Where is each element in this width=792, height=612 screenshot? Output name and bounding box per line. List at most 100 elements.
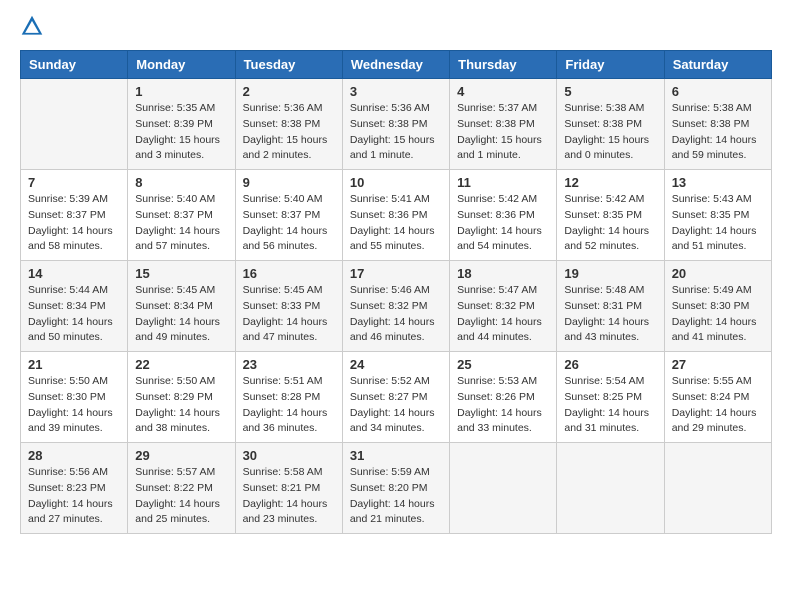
weekday-header: Sunday — [21, 51, 128, 79]
calendar-table: SundayMondayTuesdayWednesdayThursdayFrid… — [20, 50, 772, 534]
day-info: Sunrise: 5:36 AMSunset: 8:38 PMDaylight:… — [243, 101, 335, 164]
day-number: 9 — [243, 175, 335, 190]
calendar-cell: 5Sunrise: 5:38 AMSunset: 8:38 PMDaylight… — [557, 79, 664, 170]
weekday-header: Saturday — [664, 51, 771, 79]
calendar-cell: 6Sunrise: 5:38 AMSunset: 8:38 PMDaylight… — [664, 79, 771, 170]
day-info: Sunrise: 5:48 AMSunset: 8:31 PMDaylight:… — [564, 283, 656, 346]
calendar-cell: 26 Sunrise: 5:54 AMSunset: 8:25 PMDayligh… — [557, 352, 664, 443]
day-number: 14 — [28, 266, 120, 281]
weekday-header: Thursday — [450, 51, 557, 79]
day-number: 26 — [564, 357, 656, 372]
day-info: Sunrise: 5:54 AMSunset: 8:25 PMDaylight:… — [564, 374, 656, 437]
day-info: Sunrise: 5:37 AMSunset: 8:38 PMDaylight:… — [457, 101, 549, 164]
day-info: Sunrise: 5:50 AMSunset: 8:29 PMDaylight:… — [135, 374, 227, 437]
day-number: 16 — [243, 266, 335, 281]
calendar-header-row: SundayMondayTuesdayWednesdayThursdayFrid… — [21, 51, 772, 79]
day-number: 28 — [28, 448, 120, 463]
day-number: 19 — [564, 266, 656, 281]
day-info: Sunrise: 5:35 AMSunset: 8:39 PMDaylight:… — [135, 101, 227, 164]
calendar-cell: 20 Sunrise: 5:49 AMSunset: 8:30 PMDayligh… — [664, 261, 771, 352]
day-info: Sunrise: 5:42 AMSunset: 8:36 PMDaylight:… — [457, 192, 549, 255]
logo — [20, 16, 48, 40]
day-info: Sunrise: 5:39 AMSunset: 8:37 PMDaylight:… — [28, 192, 120, 255]
day-number: 3 — [350, 84, 442, 99]
calendar-cell: 7 Sunrise: 5:39 AMSunset: 8:37 PMDaylight… — [21, 170, 128, 261]
day-number: 11 — [457, 175, 549, 190]
day-info: Sunrise: 5:45 AMSunset: 8:34 PMDaylight:… — [135, 283, 227, 346]
calendar-week-row: 1 Sunrise: 5:35 AMSunset: 8:39 PMDaylight… — [21, 79, 772, 170]
calendar-cell: 21 Sunrise: 5:50 AMSunset: 8:30 PMDayligh… — [21, 352, 128, 443]
calendar-cell: 18 Sunrise: 5:47 AMSunset: 8:32 PMDayligh… — [450, 261, 557, 352]
day-number: 4 — [457, 84, 549, 99]
day-number: 7 — [28, 175, 120, 190]
day-number: 25 — [457, 357, 549, 372]
day-number: 18 — [457, 266, 549, 281]
day-number: 23 — [243, 357, 335, 372]
calendar-cell: 24 Sunrise: 5:52 AMSunset: 8:27 PMDayligh… — [342, 352, 449, 443]
day-info: Sunrise: 5:44 AMSunset: 8:34 PMDaylight:… — [28, 283, 120, 346]
calendar-week-row: 14 Sunrise: 5:44 AMSunset: 8:34 PMDayligh… — [21, 261, 772, 352]
day-info: Sunrise: 5:46 AMSunset: 8:32 PMDaylight:… — [350, 283, 442, 346]
day-number: 17 — [350, 266, 442, 281]
day-info: Sunrise: 5:45 AMSunset: 8:33 PMDaylight:… — [243, 283, 335, 346]
day-number: 20 — [672, 266, 764, 281]
day-number: 21 — [28, 357, 120, 372]
weekday-header: Friday — [557, 51, 664, 79]
calendar-cell: 30Sunrise: 5:58 AMSunset: 8:21 PMDayligh… — [235, 443, 342, 534]
calendar-week-row: 28Sunrise: 5:56 AMSunset: 8:23 PMDayligh… — [21, 443, 772, 534]
calendar-cell — [664, 443, 771, 534]
day-number: 22 — [135, 357, 227, 372]
calendar-cell: 15 Sunrise: 5:45 AMSunset: 8:34 PMDayligh… — [128, 261, 235, 352]
calendar-cell: 22 Sunrise: 5:50 AMSunset: 8:29 PMDayligh… — [128, 352, 235, 443]
day-number: 13 — [672, 175, 764, 190]
calendar-cell: 2 Sunrise: 5:36 AMSunset: 8:38 PMDaylight… — [235, 79, 342, 170]
day-info: Sunrise: 5:51 AMSunset: 8:28 PMDaylight:… — [243, 374, 335, 437]
calendar-cell: 11 Sunrise: 5:42 AMSunset: 8:36 PMDayligh… — [450, 170, 557, 261]
day-number: 31 — [350, 448, 442, 463]
day-info: Sunrise: 5:36 AMSunset: 8:38 PMDaylight:… — [350, 101, 442, 164]
day-number: 24 — [350, 357, 442, 372]
day-info: Sunrise: 5:40 AMSunset: 8:37 PMDaylight:… — [243, 192, 335, 255]
weekday-header: Monday — [128, 51, 235, 79]
calendar-cell — [21, 79, 128, 170]
calendar-cell: 13 Sunrise: 5:43 AMSunset: 8:35 PMDayligh… — [664, 170, 771, 261]
calendar-week-row: 21 Sunrise: 5:50 AMSunset: 8:30 PMDayligh… — [21, 352, 772, 443]
weekday-header: Wednesday — [342, 51, 449, 79]
day-info: Sunrise: 5:57 AMSunset: 8:22 PMDaylight:… — [135, 465, 227, 528]
calendar-cell: 16 Sunrise: 5:45 AMSunset: 8:33 PMDayligh… — [235, 261, 342, 352]
day-info: Sunrise: 5:49 AMSunset: 8:30 PMDaylight:… — [672, 283, 764, 346]
calendar-cell — [450, 443, 557, 534]
calendar-cell: 10 Sunrise: 5:41 AMSunset: 8:36 PMDayligh… — [342, 170, 449, 261]
calendar-cell: 31 Sunrise: 5:59 AMSunset: 8:20 PMDayligh… — [342, 443, 449, 534]
calendar-cell: 12Sunrise: 5:42 AMSunset: 8:35 PMDayligh… — [557, 170, 664, 261]
day-info: Sunrise: 5:40 AMSunset: 8:37 PMDaylight:… — [135, 192, 227, 255]
calendar-cell: 3 Sunrise: 5:36 AMSunset: 8:38 PMDaylight… — [342, 79, 449, 170]
calendar-cell: 23 Sunrise: 5:51 AMSunset: 8:28 PMDayligh… — [235, 352, 342, 443]
day-number: 27 — [672, 357, 764, 372]
calendar-cell: 9 Sunrise: 5:40 AMSunset: 8:37 PMDaylight… — [235, 170, 342, 261]
calendar-cell: 1 Sunrise: 5:35 AMSunset: 8:39 PMDaylight… — [128, 79, 235, 170]
calendar-cell: 27 Sunrise: 5:55 AMSunset: 8:24 PMDayligh… — [664, 352, 771, 443]
day-number: 2 — [243, 84, 335, 99]
day-info: Sunrise: 5:52 AMSunset: 8:27 PMDaylight:… — [350, 374, 442, 437]
day-info: Sunrise: 5:59 AMSunset: 8:20 PMDaylight:… — [350, 465, 442, 528]
weekday-header: Tuesday — [235, 51, 342, 79]
day-info: Sunrise: 5:55 AMSunset: 8:24 PMDaylight:… — [672, 374, 764, 437]
day-number: 1 — [135, 84, 227, 99]
day-number: 30 — [243, 448, 335, 463]
calendar-cell: 29Sunrise: 5:57 AMSunset: 8:22 PMDayligh… — [128, 443, 235, 534]
calendar-week-row: 7 Sunrise: 5:39 AMSunset: 8:37 PMDaylight… — [21, 170, 772, 261]
day-number: 8 — [135, 175, 227, 190]
calendar-cell: 28Sunrise: 5:56 AMSunset: 8:23 PMDayligh… — [21, 443, 128, 534]
day-number: 5 — [564, 84, 656, 99]
day-info: Sunrise: 5:38 AMSunset: 8:38 PMDaylight:… — [672, 101, 764, 164]
day-info: Sunrise: 5:41 AMSunset: 8:36 PMDaylight:… — [350, 192, 442, 255]
calendar-cell: 4 Sunrise: 5:37 AMSunset: 8:38 PMDaylight… — [450, 79, 557, 170]
calendar-cell: 17 Sunrise: 5:46 AMSunset: 8:32 PMDayligh… — [342, 261, 449, 352]
day-number: 15 — [135, 266, 227, 281]
page-header — [20, 16, 772, 40]
day-number: 10 — [350, 175, 442, 190]
day-info: Sunrise: 5:50 AMSunset: 8:30 PMDaylight:… — [28, 374, 120, 437]
day-info: Sunrise: 5:47 AMSunset: 8:32 PMDaylight:… — [457, 283, 549, 346]
day-info: Sunrise: 5:43 AMSunset: 8:35 PMDaylight:… — [672, 192, 764, 255]
